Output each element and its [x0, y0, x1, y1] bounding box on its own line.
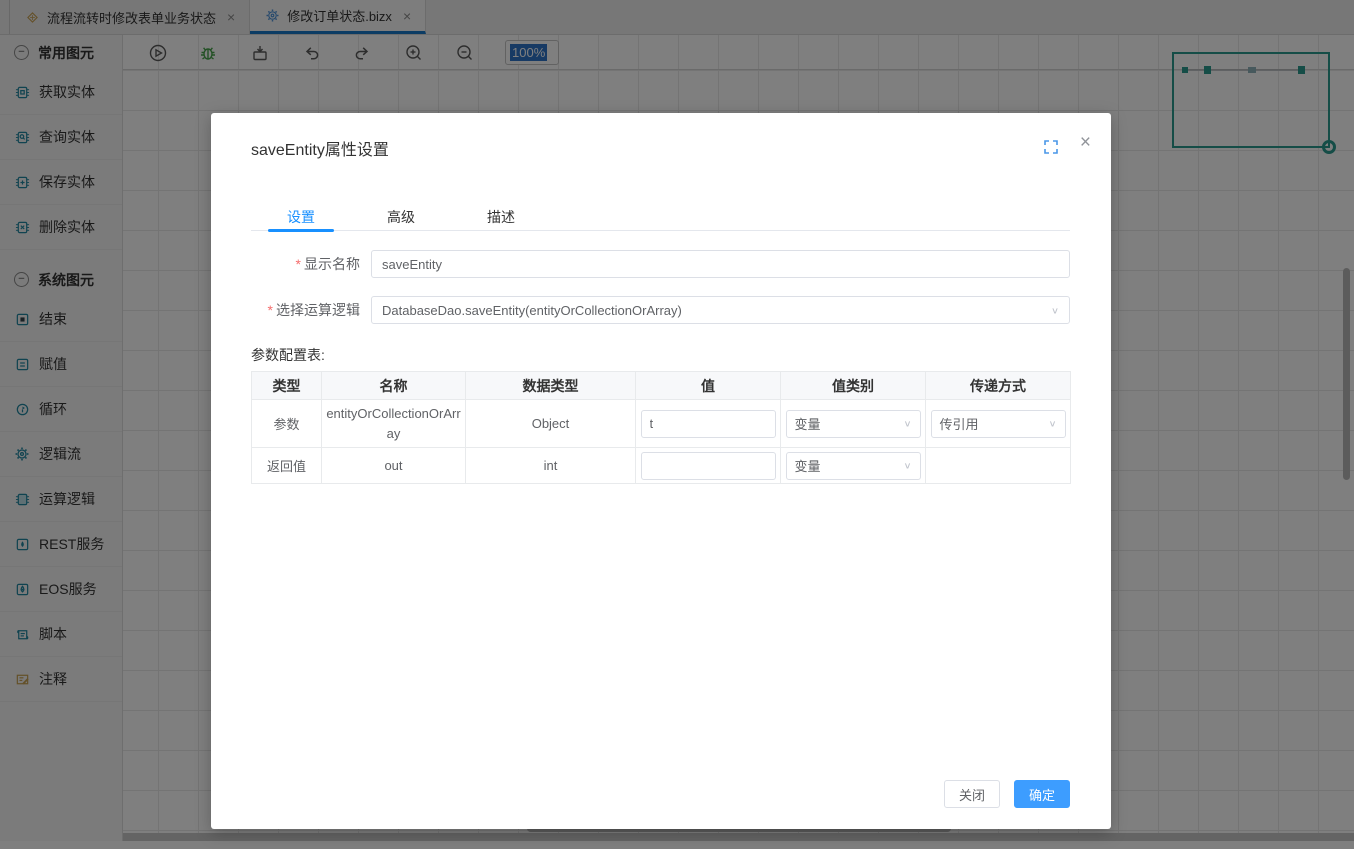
- tab-advanced[interactable]: 高级: [351, 203, 451, 230]
- param-table-caption: 参数配置表:: [251, 345, 325, 365]
- param-config-table: 类型 名称 数据类型 值 值类别 传递方式 参数 entityOrCollect…: [251, 371, 1071, 484]
- dialog-footer: 关闭 确定: [944, 780, 1070, 808]
- col-value: 值: [636, 372, 781, 400]
- cell-data-type: int: [466, 448, 636, 484]
- col-data-type: 数据类型: [466, 372, 636, 400]
- display-name-input[interactable]: [371, 250, 1070, 278]
- table-row: 参数 entityOrCollectionOrArray Object 变量∨ …: [252, 400, 1071, 448]
- dialog-tabs: 设置 高级 描述: [251, 203, 1070, 231]
- cell-type: 返回值: [252, 448, 322, 484]
- chevron-down-icon: ∨: [1051, 305, 1059, 315]
- close-button[interactable]: 关闭: [944, 780, 1000, 808]
- col-type: 类型: [252, 372, 322, 400]
- fullscreen-icon[interactable]: [1043, 139, 1059, 155]
- chevron-down-icon: ∨: [1048, 418, 1056, 428]
- logic-select-label: *选择运算逻辑: [211, 300, 371, 320]
- required-asterisk: *: [296, 256, 301, 272]
- app-window: 流程流转时修改表单业务状态 × 修改订单状态.bizx × − 常用图元 获取实…: [0, 0, 1354, 849]
- save-entity-properties-dialog: saveEntity属性设置 × 设置 高级 描述 *显示名称 *选择运算逻辑 …: [211, 113, 1111, 829]
- logic-select[interactable]: DatabaseDao.saveEntity(entityOrCollectio…: [371, 296, 1070, 324]
- confirm-button[interactable]: 确定: [1014, 780, 1070, 808]
- cell-type: 参数: [252, 400, 322, 448]
- return-value-input[interactable]: [641, 452, 776, 480]
- col-pass-mode: 传递方式: [926, 372, 1071, 400]
- chevron-down-icon: ∨: [903, 460, 911, 470]
- param-value-input[interactable]: [641, 410, 776, 438]
- value-category-select[interactable]: 变量∨: [786, 410, 921, 438]
- dialog-title: saveEntity属性设置: [251, 136, 389, 160]
- chevron-down-icon: ∨: [903, 418, 911, 428]
- cell-data-type: Object: [466, 400, 636, 448]
- col-value-category: 值类别: [781, 372, 926, 400]
- display-name-label: *显示名称: [211, 254, 371, 274]
- cell-name: out: [322, 448, 466, 484]
- table-row: 返回值 out int 变量∨: [252, 448, 1071, 484]
- tab-settings[interactable]: 设置: [251, 203, 351, 230]
- pass-mode-select[interactable]: 传引用∨: [931, 410, 1066, 438]
- table-header-row: 类型 名称 数据类型 值 值类别 传递方式: [252, 372, 1071, 400]
- logic-select-value: DatabaseDao.saveEntity(entityOrCollectio…: [382, 303, 682, 318]
- cell-name: entityOrCollectionOrArray: [322, 400, 466, 448]
- logic-select-row: *选择运算逻辑 DatabaseDao.saveEntity(entityOrC…: [211, 296, 1070, 324]
- cell-pass-mode-empty: [926, 448, 1071, 484]
- required-asterisk: *: [268, 302, 273, 318]
- value-category-select[interactable]: 变量∨: [786, 452, 921, 480]
- display-name-row: *显示名称: [211, 250, 1070, 278]
- close-icon[interactable]: ×: [1080, 133, 1091, 152]
- tab-description[interactable]: 描述: [451, 203, 551, 230]
- col-name: 名称: [322, 372, 466, 400]
